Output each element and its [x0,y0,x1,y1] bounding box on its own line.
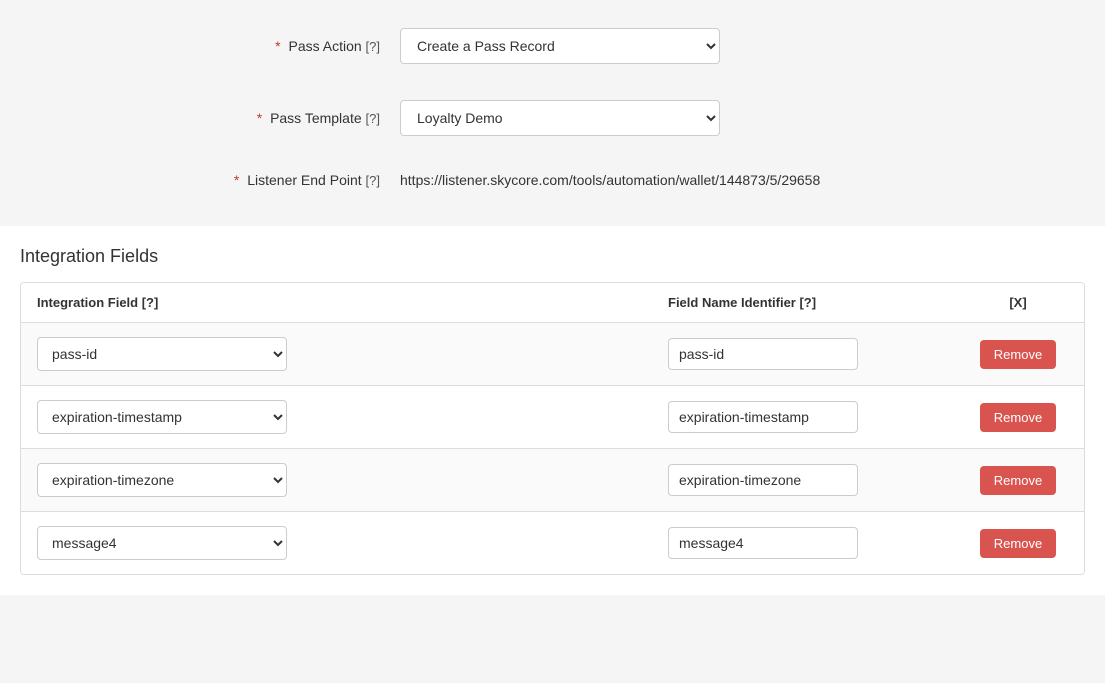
table-row: pass-id expiration-timestamp expiration-… [21,323,1084,386]
table-header: Integration Field [?] Field Name Identif… [21,283,1084,323]
integration-table: Integration Field [?] Field Name Identif… [20,282,1085,575]
pass-template-select[interactable]: Loyalty Demo Other Template [400,100,720,136]
listener-endpoint-control: https://listener.skycore.com/tools/autom… [400,172,1085,188]
col-field-header: Integration Field [?] [37,295,668,310]
row-2-remove-button[interactable]: Remove [980,403,1056,432]
listener-endpoint-label: * Listener End Point [?] [20,172,400,188]
pass-action-row: * Pass Action [?] Create a Pass Record U… [20,10,1085,82]
pass-template-required-star: * [257,110,262,126]
row-1-name-wrap [668,338,968,370]
row-4-field-wrap: pass-id expiration-timestamp expiration-… [37,526,668,560]
row-3-remove-button[interactable]: Remove [980,466,1056,495]
pass-template-help: [?] [366,111,380,126]
listener-endpoint-label-text: Listener End Point [247,172,361,188]
pass-action-select[interactable]: Create a Pass Record Update a Pass Recor… [400,28,720,64]
top-form-container: * Pass Action [?] Create a Pass Record U… [0,0,1105,226]
integration-fields-title: Integration Fields [20,226,1085,282]
pass-template-label: * Pass Template [?] [20,110,400,126]
pass-action-required-star: * [275,38,280,54]
listener-endpoint-value: https://listener.skycore.com/tools/autom… [400,172,820,188]
row-4-name-input[interactable] [668,527,858,559]
row-3-name-wrap [668,464,968,496]
row-4-remove-button[interactable]: Remove [980,529,1056,558]
listener-endpoint-row: * Listener End Point [?] https://listene… [20,154,1085,206]
pass-template-label-text: Pass Template [270,110,362,126]
row-1-remove-button[interactable]: Remove [980,340,1056,369]
row-4-field-select[interactable]: pass-id expiration-timestamp expiration-… [37,526,287,560]
row-3-action-wrap: Remove [968,466,1068,495]
row-3-name-input[interactable] [668,464,858,496]
pass-action-label-text: Pass Action [288,38,361,54]
pass-action-control: Create a Pass Record Update a Pass Recor… [400,28,1085,64]
integration-section: Integration Fields Integration Field [?]… [0,226,1105,595]
pass-action-label: * Pass Action [?] [20,38,400,54]
row-3-field-select[interactable]: pass-id expiration-timestamp expiration-… [37,463,287,497]
pass-template-row: * Pass Template [?] Loyalty Demo Other T… [20,82,1085,154]
pass-action-help: [?] [366,39,380,54]
row-2-action-wrap: Remove [968,403,1068,432]
table-row: pass-id expiration-timestamp expiration-… [21,386,1084,449]
listener-endpoint-required-star: * [234,172,239,188]
row-2-field-select[interactable]: pass-id expiration-timestamp expiration-… [37,400,287,434]
table-row: pass-id expiration-timestamp expiration-… [21,512,1084,574]
col-action-header: [X] [968,295,1068,310]
row-2-field-wrap: pass-id expiration-timestamp expiration-… [37,400,668,434]
row-1-name-input[interactable] [668,338,858,370]
listener-endpoint-help: [?] [366,173,380,188]
row-1-action-wrap: Remove [968,340,1068,369]
row-3-field-wrap: pass-id expiration-timestamp expiration-… [37,463,668,497]
row-1-field-select[interactable]: pass-id expiration-timestamp expiration-… [37,337,287,371]
row-2-name-wrap [668,401,968,433]
row-2-name-input[interactable] [668,401,858,433]
row-4-name-wrap [668,527,968,559]
col-name-header: Field Name Identifier [?] [668,295,968,310]
row-1-field-wrap: pass-id expiration-timestamp expiration-… [37,337,668,371]
top-section: * Pass Action [?] Create a Pass Record U… [0,0,1105,226]
table-row: pass-id expiration-timestamp expiration-… [21,449,1084,512]
row-4-action-wrap: Remove [968,529,1068,558]
pass-template-control: Loyalty Demo Other Template [400,100,1085,136]
